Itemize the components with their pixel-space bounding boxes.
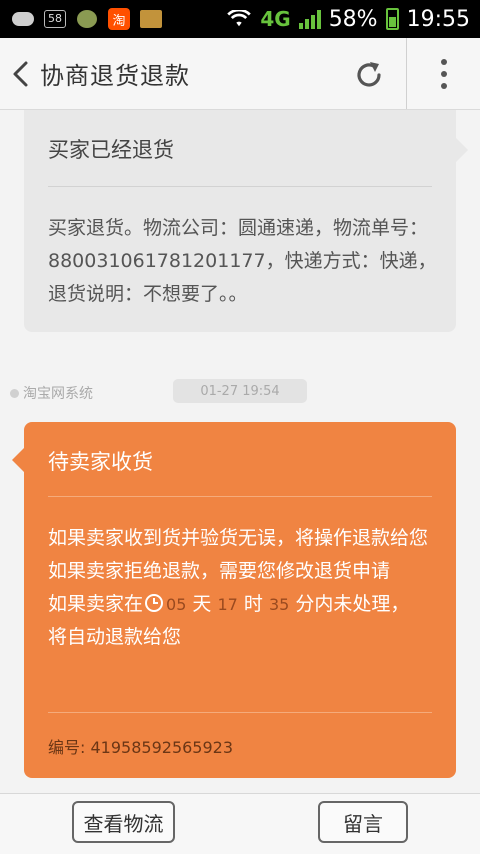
header-divider [406, 38, 407, 109]
app-notification-icon [76, 9, 98, 29]
wifi-icon [227, 10, 253, 27]
taobao-icon: 淘 [108, 8, 130, 30]
buyer-returned-card: 买家已经退货 买家退货。物流公司：圆通速递，物流单号：8800310617812… [24, 110, 468, 332]
signal-icon [298, 9, 321, 29]
leave-message-button[interactable]: 留言 [318, 801, 408, 843]
serial-number: 编号: 41958592565923 [48, 738, 234, 757]
card-body: 买家退货。物流公司：圆通速递，物流单号：880031061781201177，快… [48, 217, 437, 305]
countdown-hours: 17 [217, 595, 238, 614]
system-sender: 淘宝网系统 [10, 383, 93, 403]
bottom-action-bar: 查看物流 留言 [0, 793, 480, 854]
card-title: 买家已经退货 [48, 138, 174, 162]
pending-seller-receipt-card: 待卖家收货 如果卖家收到货并验货无误，将操作退款给您 如果卖家拒绝退款，需要您修… [12, 422, 456, 778]
instruction-line: 如果卖家拒绝退款，需要您修改退货申请 [48, 560, 391, 582]
status-bar: 58 淘 4G 58% 19:55 [0, 0, 480, 38]
back-button[interactable] [2, 38, 38, 109]
sender-name: 淘宝网系统 [23, 386, 93, 402]
countdown-days: 05 [166, 595, 187, 614]
notification-count-icon: 58 [44, 10, 66, 28]
network-type: 4G [260, 7, 291, 31]
cloud-icon [12, 9, 34, 29]
view-logistics-button[interactable]: 查看物流 [72, 801, 175, 843]
countdown-minutes: 35 [268, 595, 290, 614]
chevron-left-icon [13, 61, 28, 86]
card-body: 如果卖家收到货并验货无误，将操作退款给您 如果卖家拒绝退款，需要您修改退货申请 … [48, 522, 438, 654]
refresh-icon [357, 62, 381, 87]
page-title: 协商退货退款 [40, 62, 190, 90]
card-title: 待卖家收货 [48, 450, 153, 474]
conversation-list[interactable]: 买家已经退货 买家退货。物流公司：圆通速递，物流单号：8800310617812… [0, 110, 480, 793]
sender-avatar-icon [10, 388, 19, 398]
message-timestamp: 01-27 19:54 [173, 379, 307, 403]
app-header: 协商退货退款 [0, 38, 480, 110]
card-divider [48, 186, 432, 187]
battery-percent: 58% [328, 6, 378, 32]
refresh-button[interactable] [346, 52, 392, 98]
gift-icon [140, 9, 162, 29]
instruction-line: 如果卖家收到货并验货无误，将操作退款给您 [48, 527, 429, 549]
battery-icon [385, 8, 399, 30]
card-divider [48, 712, 432, 713]
countdown-line: 如果卖家在 05 天 17 时 35 分内未处理， [48, 593, 410, 615]
more-menu-button[interactable] [424, 50, 464, 98]
card-divider [48, 496, 432, 497]
instruction-line: 将自动退款给您 [48, 626, 182, 648]
clock: 19:55 [406, 6, 470, 32]
clock-icon [145, 594, 164, 612]
